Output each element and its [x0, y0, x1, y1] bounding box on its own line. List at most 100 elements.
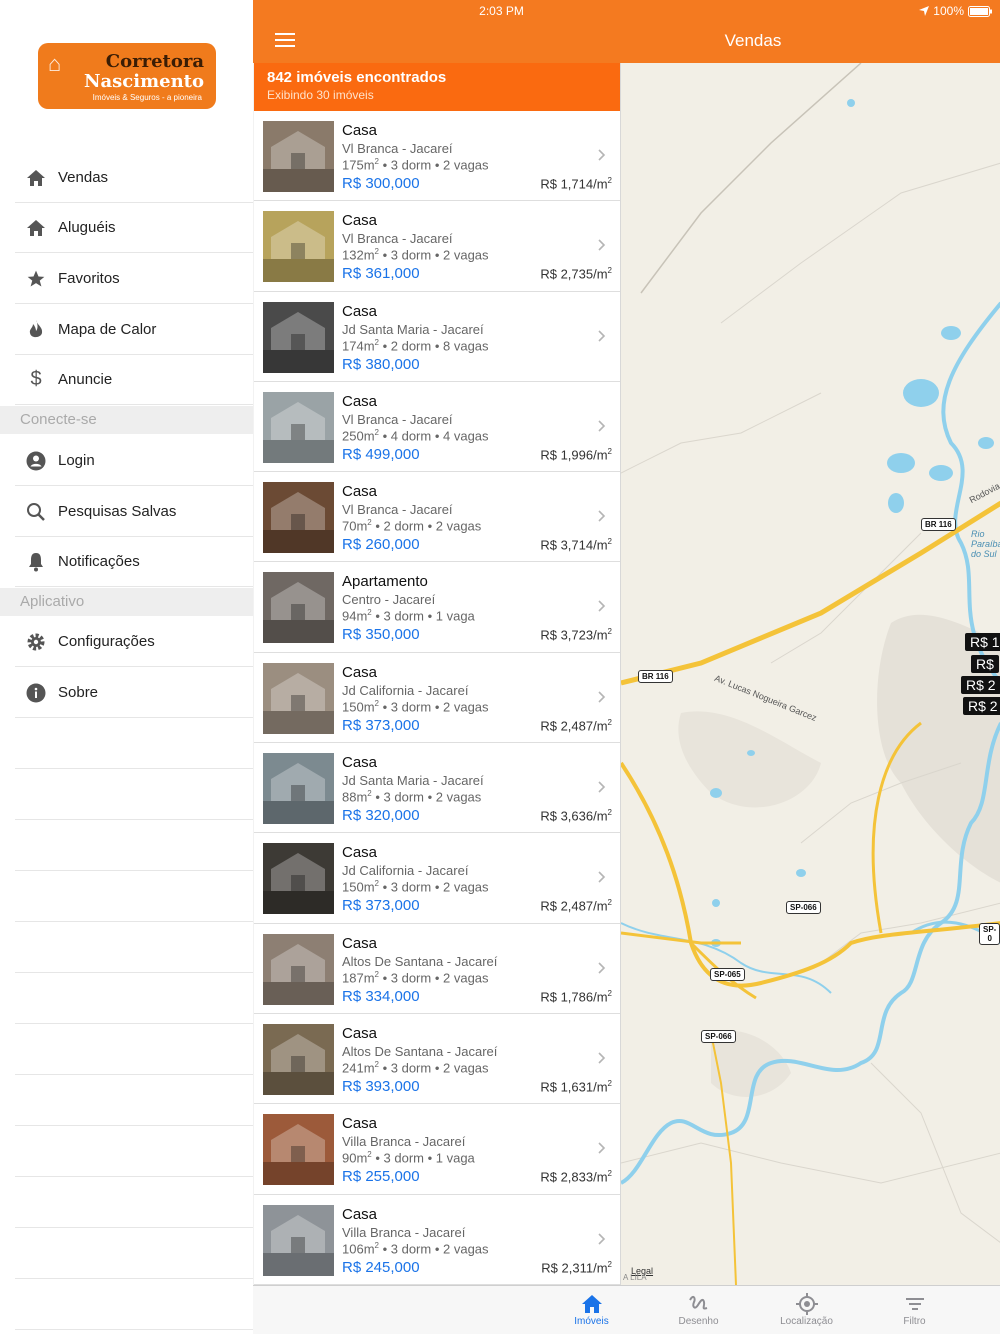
listing-location: Jd Santa Maria - Jacareí	[342, 321, 484, 337]
price-pin[interactable]: R$	[971, 655, 999, 673]
menu-item-configuracoes[interactable]: Configurações	[15, 617, 253, 667]
listing-type: Casa	[342, 934, 378, 952]
listing-row[interactable]: Casa Altos De Santana - Jacareí 241m2 • 3 …	[254, 1013, 620, 1105]
listing-location: Altos De Santana - Jacareí	[342, 1043, 498, 1059]
tab-localizacao[interactable]: Localização	[753, 1286, 860, 1334]
chevron-right-icon	[598, 871, 606, 883]
menu-item-label: Pesquisas Salvas	[58, 503, 177, 520]
menu-item-anuncie[interactable]: $ Anuncie	[15, 355, 253, 405]
listing-area: 106m	[342, 1240, 375, 1256]
ppm-value: R$ 2,833/m	[540, 1169, 608, 1185]
price-pin[interactable]: R$ 1	[965, 633, 1000, 651]
status-right: 100%	[919, 4, 992, 18]
listing-location: Jd Santa Maria - Jacareí	[342, 773, 484, 789]
listing-row[interactable]: Casa Jd California - Jacareí 150m2 • 3 dor…	[254, 833, 620, 924]
listing-type: Casa	[342, 1024, 378, 1042]
listing-price: R$ 245,000	[342, 1258, 420, 1276]
listing-row[interactable]: Casa Villa Branca - Jacareí 90m2 • 3 dorm …	[254, 1104, 620, 1195]
menu-empty-row	[15, 1178, 253, 1228]
chevron-right-icon	[598, 239, 606, 251]
menu-item-label: Favoritos	[58, 270, 120, 287]
company-logo: ⌂ Corretora Nascimento Imóveis & Seguros…	[38, 43, 216, 109]
listing-row[interactable]: Casa Vl Branca - Jacareí 175m2 • 3 dorm • …	[254, 111, 620, 202]
menu-empty-row	[15, 1025, 253, 1075]
price-pin[interactable]: R$ 2	[963, 697, 1000, 715]
listing-price: R$ 300,000	[342, 175, 420, 192]
listing-row[interactable]: Casa Vl Branca - Jacareí 70m2 • 2 dorm • 2…	[254, 472, 620, 563]
listing-price-per-m2: R$ 2,735/m2	[540, 266, 612, 281]
listing-price-per-m2: R$ 1,996/m2	[540, 447, 612, 462]
squared-mark: 2	[607, 446, 612, 456]
menu-item-notificacoes[interactable]: Notificações	[15, 537, 253, 587]
menu-item-login[interactable]: Login	[15, 436, 253, 486]
menu-item-sobre[interactable]: Sobre	[15, 668, 253, 718]
listing-price: R$ 361,000	[342, 265, 420, 283]
listing-photo	[263, 301, 334, 373]
listing-area: 90m	[342, 1150, 368, 1166]
chevron-right-icon	[598, 1142, 606, 1154]
squared-mark: 2	[607, 808, 612, 818]
listing-features: 150m2 • 3 dorm • 2 vagas	[342, 699, 489, 714]
listing-row[interactable]: Casa Jd Santa Maria - Jacareí 88m2 • 3 dor…	[254, 743, 620, 834]
listing-row[interactable]: Casa Jd Santa Maria - Jacareí 174m2 • 2 do…	[254, 291, 620, 382]
listing-features: 187m2 • 3 dorm • 2 vagas	[342, 970, 489, 985]
listing-type: Casa	[342, 212, 378, 230]
listing-row[interactable]: Casa Jd California - Jacareí 150m2 • 3 dor…	[254, 652, 620, 744]
highway-shield: BR 116	[921, 518, 956, 531]
menu-item-mapa-de-calor[interactable]: Mapa de Calor	[15, 305, 253, 355]
listing-details: • 4 dorm • 4 vagas	[378, 428, 489, 444]
listing-row[interactable]: Casa Vl Branca - Jacareí 132m2 • 3 dorm • …	[254, 201, 620, 292]
price-pin[interactable]: R$ 2	[961, 676, 1000, 694]
listing-location: Vl Branca - Jacareí	[342, 231, 453, 247]
listing-price: R$ 255,000	[342, 1168, 420, 1186]
listing-price-per-m2: R$ 2,487/m2	[540, 718, 612, 733]
logo-line-2: Nascimento	[84, 71, 204, 92]
menu-item-label: Notificações	[58, 553, 140, 570]
listing-price-per-m2: R$ 1,631/m2	[540, 1079, 612, 1094]
menu-item-favoritos[interactable]: Favoritos	[15, 254, 253, 304]
menu-item-vendas[interactable]: Vendas	[15, 153, 253, 203]
listing-price: R$ 380,000	[342, 355, 420, 373]
listing-price: R$ 373,000	[342, 897, 420, 915]
tab-imoveis[interactable]: Imóveis	[538, 1286, 645, 1334]
location-arrow-icon	[919, 6, 930, 16]
ppm-value: R$ 1,786/m	[540, 989, 608, 1004]
listing-price: R$ 393,000	[342, 1077, 420, 1095]
tab-label: Filtro	[903, 1316, 926, 1327]
listing-row[interactable]: Apartamento Centro - Jacareí 94m2 • 3 dorm…	[254, 562, 620, 653]
listing-price: R$ 373,000	[342, 716, 420, 734]
listing-details: • 2 dorm • 2 vagas	[371, 518, 482, 534]
listing-row[interactable]: Casa Villa Branca - Jacareí 106m2 • 3 dorm…	[254, 1194, 620, 1285]
menu-empty-row	[15, 821, 253, 871]
chevron-right-icon	[598, 149, 606, 161]
listing-features: 94m2 • 3 dorm • 1 vaga	[342, 608, 475, 623]
listing-price-per-m2: R$ 3,636/m2	[540, 808, 612, 823]
results-count: 842 imóveis encontrados	[267, 69, 447, 86]
menu-item-alugueis[interactable]: Aluguéis	[15, 203, 253, 253]
listing-area: 241m	[342, 1060, 375, 1076]
menu-item-label: Anuncie	[58, 371, 113, 388]
listing-location: Vl Branca - Jacareí	[342, 411, 453, 427]
listing-details: • 3 dorm • 2 vagas	[378, 157, 489, 173]
listing-row[interactable]: Casa Altos De Santana - Jacareí 187m2 • 3 …	[254, 923, 620, 1014]
tab-desenho[interactable]: Desenho	[645, 1286, 752, 1334]
listing-area: 187m	[342, 970, 375, 985]
listing-row[interactable]: Casa Vl Branca - Jacareí 250m2 • 4 dorm • …	[254, 381, 620, 473]
menu-empty-row	[15, 719, 253, 769]
squared-mark: 2	[607, 627, 612, 637]
hamburger-menu-icon[interactable]	[275, 33, 295, 49]
menu-item-pesquisas-salvas[interactable]: Pesquisas Salvas	[15, 487, 253, 537]
chevron-right-icon	[598, 600, 606, 613]
map-view[interactable]: BR 116 BR 116 SP-066 SP-065 SP-066 SP-0 …	[620, 63, 1000, 1285]
side-menu: ⌂ Corretora Nascimento Imóveis & Seguros…	[0, 0, 253, 1334]
listing-type: Casa	[342, 483, 378, 501]
listing-photo	[263, 1204, 334, 1276]
squared-mark: 2	[607, 1078, 612, 1088]
battery-percent: 100%	[933, 4, 964, 18]
listing-area: 88m	[342, 789, 368, 805]
tab-bar: Imóveis Desenho Localização Filtro	[253, 1285, 1000, 1334]
results-summary: 842 imóveis encontrados Exibindo 30 imóv…	[254, 63, 620, 111]
tab-filtro[interactable]: Filtro	[861, 1286, 968, 1334]
gear-icon	[20, 631, 52, 653]
listing-details: • 3 dorm • 1 vaga	[371, 1150, 475, 1166]
